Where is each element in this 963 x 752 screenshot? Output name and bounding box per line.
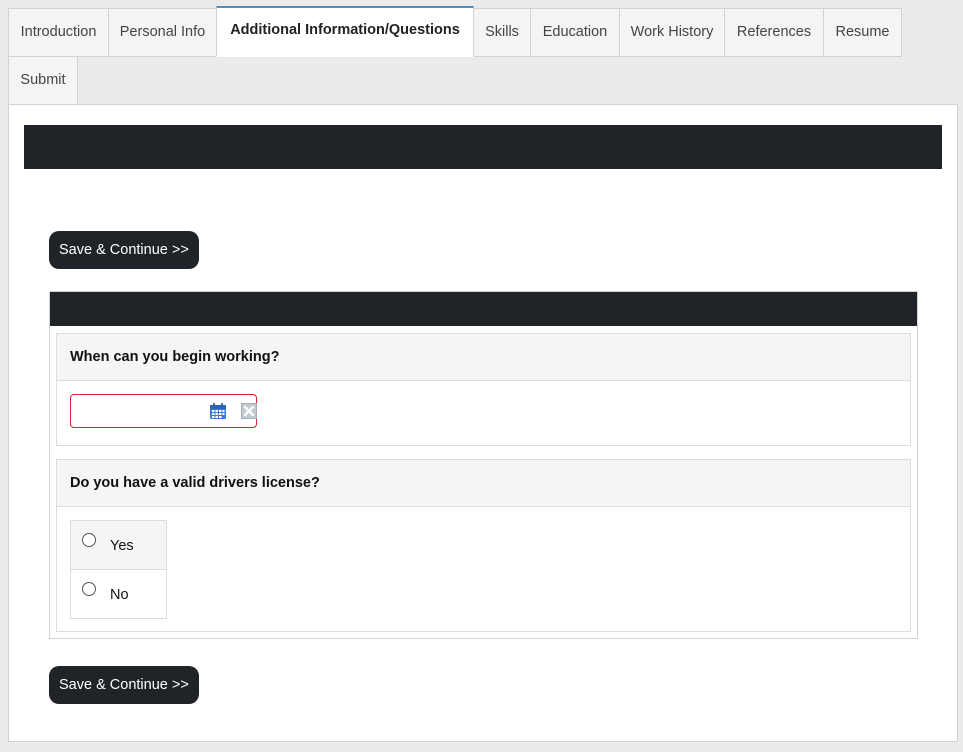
radio-option-no[interactable]: No (71, 570, 166, 619)
tab-resume[interactable]: Resume (823, 8, 902, 57)
tab-work-history[interactable]: Work History (619, 8, 725, 57)
start-date-input[interactable] (77, 399, 202, 423)
tab-education[interactable]: Education (530, 8, 620, 57)
tab-personal-info[interactable]: Personal Info (108, 8, 217, 57)
question-drivers-license: Do you have a valid drivers license? Yes… (56, 459, 911, 632)
question-label: Do you have a valid drivers license? (57, 460, 910, 507)
tab-panel: Save & Continue >> When can you begin wo… (8, 104, 958, 742)
section-header-bar (24, 125, 942, 169)
save-continue-button-bottom[interactable]: Save & Continue >> (49, 666, 199, 704)
questions-form: When can you begin working? Do you have … (49, 291, 918, 639)
clear-icon[interactable] (241, 403, 257, 419)
questions-form-header-bar (50, 292, 917, 326)
tab-submit[interactable]: Submit (8, 56, 78, 105)
radio-label-yes[interactable]: Yes (110, 537, 134, 555)
save-continue-button-top[interactable]: Save & Continue >> (49, 231, 199, 269)
tab-references[interactable]: References (724, 8, 824, 57)
radio-label-no[interactable]: No (110, 586, 129, 604)
tab-additional-information-questions[interactable]: Additional Information/Questions (216, 6, 474, 57)
tab-introduction[interactable]: Introduction (8, 8, 109, 57)
start-date-field (70, 394, 257, 428)
radio-button-yes[interactable] (82, 533, 96, 547)
calendar-icon[interactable] (209, 402, 227, 420)
drivers-license-options: Yes No (70, 520, 167, 619)
question-label: When can you begin working? (57, 334, 910, 381)
radio-option-yes[interactable]: Yes (71, 521, 166, 570)
tab-skills[interactable]: Skills (473, 8, 531, 57)
radio-button-no[interactable] (82, 582, 96, 596)
question-start-date: When can you begin working? (56, 333, 911, 446)
